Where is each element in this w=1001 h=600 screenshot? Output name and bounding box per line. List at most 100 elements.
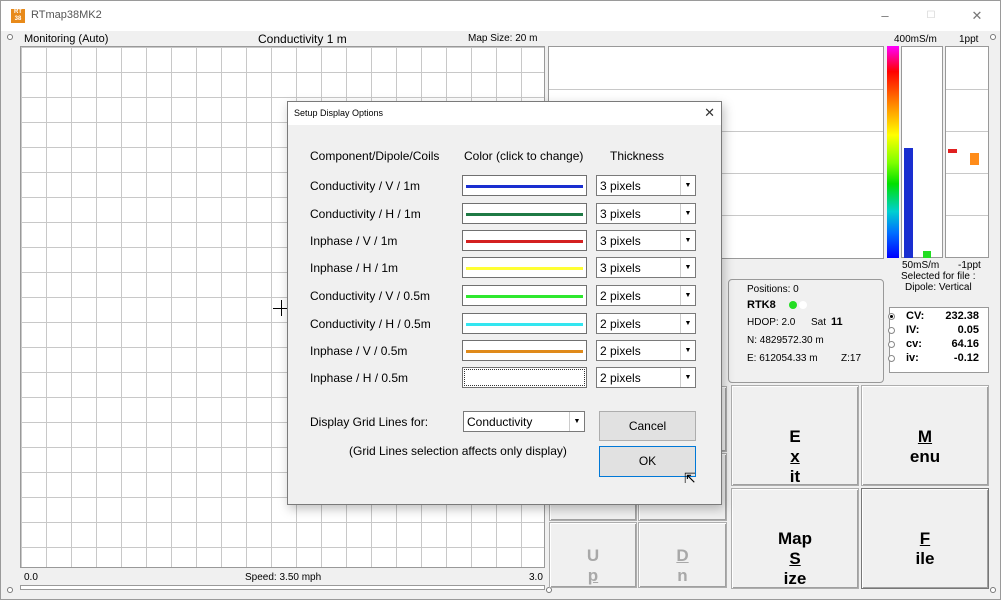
- radio-icon[interactable]: [888, 327, 895, 334]
- component-label: Inphase / H / 0.5m: [310, 371, 409, 385]
- dialog-title-bar: Setup Display Options ✕: [288, 102, 721, 125]
- color-line-preview: [466, 185, 583, 188]
- radio-icon[interactable]: [888, 341, 895, 348]
- radio-selected-icon[interactable]: [888, 313, 895, 320]
- northing-label: N: 4829572.30 m: [747, 335, 824, 346]
- component-label: Conductivity / V / 0.5m: [310, 289, 431, 303]
- positions-label: Positions: 0: [747, 284, 799, 295]
- component-label: Inphase / V / 1m: [310, 234, 398, 248]
- z-label: Z:17: [841, 353, 862, 364]
- maximize-button[interactable]: ☐: [908, 1, 954, 31]
- readout-iv[interactable]: IV: 0.05: [888, 324, 989, 338]
- chevron-down-icon: ▼: [680, 341, 695, 360]
- color-line-preview: [466, 267, 583, 270]
- readout-iv-small[interactable]: iv: -0.12: [888, 352, 989, 366]
- ok-button[interactable]: OK: [599, 446, 696, 477]
- selected-for-file-label: Selected for file :: [901, 271, 976, 282]
- rtk-indicator-icon: [789, 301, 797, 309]
- dialog-close-icon[interactable]: ✕: [704, 105, 715, 121]
- conductivity-bar-panel: [901, 46, 943, 258]
- radio-icon[interactable]: [888, 355, 895, 362]
- grid-lines-note: (Grid Lines selection affects only displ…: [349, 444, 567, 458]
- component-label: Conductivity / H / 1m: [310, 207, 421, 221]
- dialog-title: Setup Display Options: [294, 108, 384, 118]
- grid-lines-label: Display Grid Lines for:: [310, 415, 429, 429]
- chevron-down-icon: ▼: [680, 176, 695, 195]
- menu-button[interactable]: Menu: [861, 385, 989, 486]
- speed-label: Speed: 3.50 mph: [245, 572, 322, 583]
- setup-display-options-dialog: Setup Display Options ✕ Component/Dipole…: [287, 101, 722, 505]
- color-swatch-button[interactable]: [462, 175, 587, 196]
- thickness-select[interactable]: 3 pixels ▼: [596, 257, 696, 278]
- color-line-preview: [466, 240, 583, 243]
- color-swatch-button[interactable]: [462, 340, 587, 361]
- component-label: Conductivity / V / 1m: [310, 179, 421, 193]
- color-swatch-button[interactable]: [462, 230, 587, 251]
- map-title: Conductivity 1 m: [258, 32, 347, 46]
- color-scale-bar: [887, 46, 899, 258]
- file-button[interactable]: File: [861, 488, 989, 589]
- rtk-label: RTK8: [747, 299, 776, 311]
- scale-bottom-label: 50mS/m: [902, 260, 940, 271]
- color-line-preview: [466, 350, 583, 353]
- readout-list: CV: 232.38 IV: 0.05 cv: 64.16 iv: -0.12: [888, 310, 989, 370]
- thickness-select[interactable]: 2 pixels ▼: [596, 313, 696, 334]
- inphase-small-bar: [970, 153, 979, 165]
- map-size-button[interactable]: Map Size: [731, 488, 859, 589]
- thickness-select[interactable]: 3 pixels ▼: [596, 203, 696, 224]
- thickness-select[interactable]: 2 pixels ▼: [596, 367, 696, 388]
- grid-lines-select[interactable]: Conductivity ▼: [463, 411, 585, 432]
- corner-handle-icon: [7, 587, 13, 593]
- thickness-select[interactable]: 2 pixels ▼: [596, 340, 696, 361]
- readout-cv[interactable]: CV: 232.38: [888, 310, 989, 324]
- thickness-select[interactable]: 2 pixels ▼: [596, 285, 696, 306]
- down-button[interactable]: Dn: [638, 522, 727, 588]
- component-label: Inphase / V / 0.5m: [310, 344, 408, 358]
- rtk-indicator-off-icon: [799, 301, 807, 309]
- scale-left-label: 0.0: [24, 572, 38, 583]
- hdop-label: HDOP: 2.0: [747, 317, 796, 328]
- horizontal-scrollbar[interactable]: [20, 585, 545, 590]
- scale-top-label: 400mS/m: [894, 34, 937, 45]
- minimize-button[interactable]: –: [862, 1, 908, 31]
- component-label: Conductivity / H / 0.5m: [310, 317, 431, 331]
- close-button[interactable]: ✕: [954, 1, 1000, 31]
- easting-label: E: 612054.33 m: [747, 353, 818, 364]
- app-icon: RT 38: [11, 9, 25, 23]
- thickness-select[interactable]: 3 pixels ▼: [596, 230, 696, 251]
- chevron-down-icon: ▼: [680, 286, 695, 305]
- gps-status-panel: Positions: 0 RTK8 HDOP: 2.0 Sat 11 N: 48…: [728, 279, 884, 383]
- color-swatch-button[interactable]: [462, 285, 587, 306]
- color-swatch-button[interactable]: [462, 203, 587, 224]
- conductivity-small-bar: [923, 251, 931, 258]
- color-line-preview: [466, 323, 583, 326]
- ppt-bottom-label: -1ppt: [958, 260, 981, 271]
- sat-value: 11: [831, 316, 843, 328]
- cancel-button[interactable]: Cancel: [599, 411, 696, 441]
- chevron-down-icon: ▼: [680, 368, 695, 387]
- readout-cv-small[interactable]: cv: 64.16: [888, 338, 989, 352]
- crosshair-icon-vertical: [281, 300, 282, 316]
- exit-button[interactable]: Ex it: [731, 385, 859, 486]
- inphase-bar-panel: [945, 46, 989, 258]
- color-swatch-button[interactable]: [462, 257, 587, 278]
- column-header-color: Color (click to change): [464, 149, 584, 163]
- color-swatch-button[interactable]: [462, 313, 587, 334]
- color-line-preview: [466, 377, 583, 380]
- mode-label: Monitoring (Auto): [24, 33, 109, 45]
- column-header-component: Component/Dipole/Coils: [310, 149, 440, 163]
- chevron-down-icon: ▼: [680, 204, 695, 223]
- chevron-down-icon: ▼: [569, 412, 584, 431]
- thickness-select[interactable]: 3 pixels ▼: [596, 175, 696, 196]
- dipole-label: Dipole: Vertical: [905, 282, 972, 293]
- color-swatch-button[interactable]: [462, 367, 587, 388]
- scale-right-label: 3.0: [529, 572, 543, 583]
- corner-handle-icon: [990, 34, 996, 40]
- mouse-cursor-icon: ⇱: [684, 470, 696, 486]
- window-title: RTmap38MK2: [31, 9, 102, 21]
- conductivity-bar: [904, 148, 913, 258]
- map-size-label: Map Size: 20 m: [468, 33, 538, 44]
- up-button[interactable]: Up: [549, 522, 637, 588]
- chevron-down-icon: ▼: [680, 231, 695, 250]
- chevron-down-icon: ▼: [680, 314, 695, 333]
